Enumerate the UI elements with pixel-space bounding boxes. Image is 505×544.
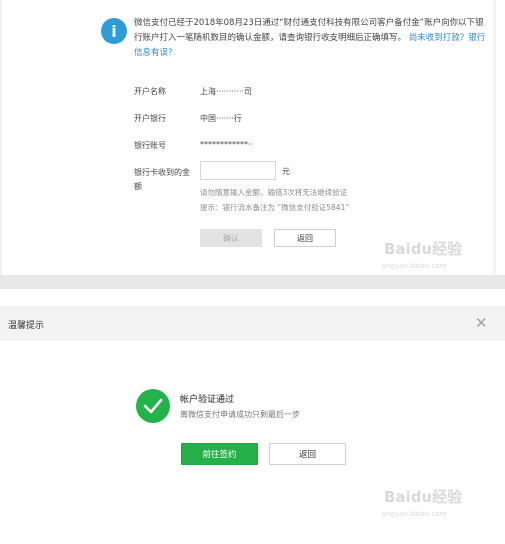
success-subtitle: 离微信支付申请成功只剩最后一步 <box>180 410 300 419</box>
confirm-button[interactable]: 确认 <box>200 229 262 247</box>
panel-left-border <box>0 0 2 275</box>
account-name-label: 开户名称 <box>134 87 166 96</box>
dialog-back-button[interactable]: 返回 <box>269 443 346 465</box>
info-icon: i <box>101 18 127 44</box>
baidu-watermark-url: jingyan.baidu.com <box>382 262 447 270</box>
dialog-header <box>0 306 505 341</box>
hint-attempts: 请勿随意输入金额，输错3次将无法继续验证 <box>200 188 348 197</box>
baidu-watermark: Baidu经验 <box>384 240 463 258</box>
baidu-watermark-url-bottom: jingyan.baidu.com <box>382 510 447 518</box>
dialog-title: 温馨提示 <box>8 321 45 331</box>
account-number-label: 银行账号 <box>134 141 166 150</box>
back-button[interactable]: 返回 <box>274 229 336 247</box>
section-spacer <box>0 289 505 306</box>
account-name-value: 上海···········司 <box>200 87 252 96</box>
success-check-icon <box>136 389 170 423</box>
notice-message: 微信支付已经于2018年08月23日通过“财付通支付科技有限公司客户备付金”账户… <box>134 16 486 61</box>
amount-input[interactable] <box>200 161 276 180</box>
bank-name-label: 开户银行 <box>134 114 166 123</box>
account-number-value: ************·· <box>200 140 254 149</box>
amount-label: 银行卡收到的金额 <box>134 168 190 191</box>
section-separator <box>0 275 505 289</box>
amount-unit: 元 <box>282 167 290 176</box>
go-sign-button[interactable]: 前往签约 <box>181 443 258 465</box>
close-icon[interactable]: ✕ <box>475 312 488 334</box>
hint-remark: 提示：银行流水备注为 “微信支付验证5841” <box>200 203 350 212</box>
baidu-watermark-bottom: Baidu经验 <box>384 488 463 506</box>
panel-right-border <box>493 0 496 275</box>
success-title: 帐户验证通过 <box>180 395 235 405</box>
bank-name-value: 中国·······行 <box>200 114 242 123</box>
